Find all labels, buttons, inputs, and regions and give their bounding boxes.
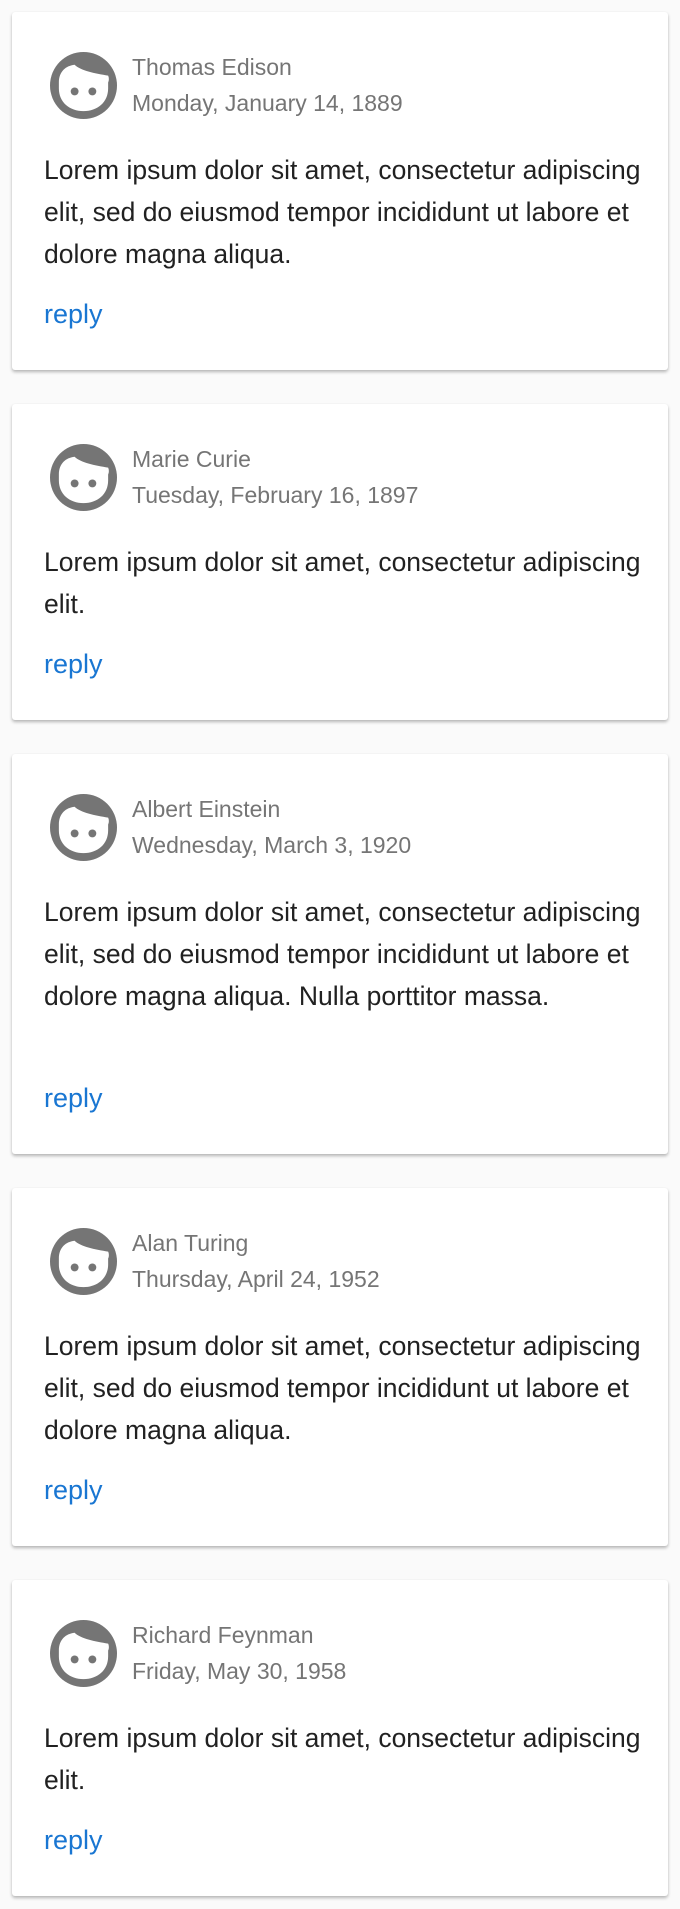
comment-feed: Thomas Edison Monday, January 14, 1889 L… — [0, 0, 680, 1909]
comment-date: Monday, January 14, 1889 — [132, 90, 403, 116]
comment-meta: Richard Feynman Friday, May 30, 1958 — [132, 1617, 346, 1689]
comment-text: Lorem ipsum dolor sit amet, consectetur … — [44, 1723, 641, 1795]
comment-meta: Alan Turing Thursday, April 24, 1952 — [132, 1225, 380, 1297]
face-icon — [50, 1227, 117, 1295]
reply-link[interactable]: reply — [44, 1472, 103, 1508]
comment-card: Albert Einstein Wednesday, March 3, 1920… — [12, 754, 668, 1154]
reply-link[interactable]: reply — [44, 1822, 103, 1858]
reply-link[interactable]: reply — [44, 296, 103, 332]
reply-link[interactable]: reply — [44, 646, 103, 682]
face-icon — [50, 793, 117, 861]
comment-meta: Thomas Edison Monday, January 14, 1889 — [132, 49, 403, 121]
face-icon — [50, 1619, 117, 1687]
comment-text: Lorem ipsum dolor sit amet, consectetur … — [44, 1331, 641, 1445]
author-name: Thomas Edison — [132, 54, 292, 80]
comment-meta: Marie Curie Tuesday, February 16, 1897 — [132, 441, 418, 513]
comment-text: Lorem ipsum dolor sit amet, consectetur … — [44, 155, 641, 269]
comment-card: Alan Turing Thursday, April 24, 1952 Lor… — [12, 1188, 668, 1546]
author-name: Richard Feynman — [132, 1622, 314, 1648]
comment-meta: Albert Einstein Wednesday, March 3, 1920 — [132, 791, 411, 863]
face-icon — [50, 443, 117, 511]
comment-date: Friday, May 30, 1958 — [132, 1658, 347, 1684]
face-icon — [50, 51, 117, 119]
comment-header: Richard Feynman Friday, May 30, 1958 — [50, 1618, 346, 1688]
comment-date: Thursday, April 24, 1952 — [132, 1266, 380, 1292]
comment-header: Alan Turing Thursday, April 24, 1952 — [50, 1226, 380, 1296]
comment-header: Thomas Edison Monday, January 14, 1889 — [50, 50, 403, 120]
comment-card: Marie Curie Tuesday, February 16, 1897 L… — [12, 404, 668, 720]
comment-date: Tuesday, February 16, 1897 — [132, 482, 419, 508]
comment-header: Marie Curie Tuesday, February 16, 1897 — [50, 442, 418, 512]
comment-text: Lorem ipsum dolor sit amet, consectetur … — [44, 897, 641, 1011]
author-name: Alan Turing — [132, 1230, 249, 1256]
author-name: Albert Einstein — [132, 796, 281, 822]
comment-card: Richard Feynman Friday, May 30, 1958 Lor… — [12, 1580, 668, 1896]
author-name: Marie Curie — [132, 446, 251, 472]
comment-card: Thomas Edison Monday, January 14, 1889 L… — [12, 12, 668, 370]
comment-header: Albert Einstein Wednesday, March 3, 1920 — [50, 792, 411, 862]
reply-link[interactable]: reply — [44, 1080, 103, 1116]
comment-text: Lorem ipsum dolor sit amet, consectetur … — [44, 547, 641, 619]
comment-date: Wednesday, March 3, 1920 — [132, 832, 412, 858]
